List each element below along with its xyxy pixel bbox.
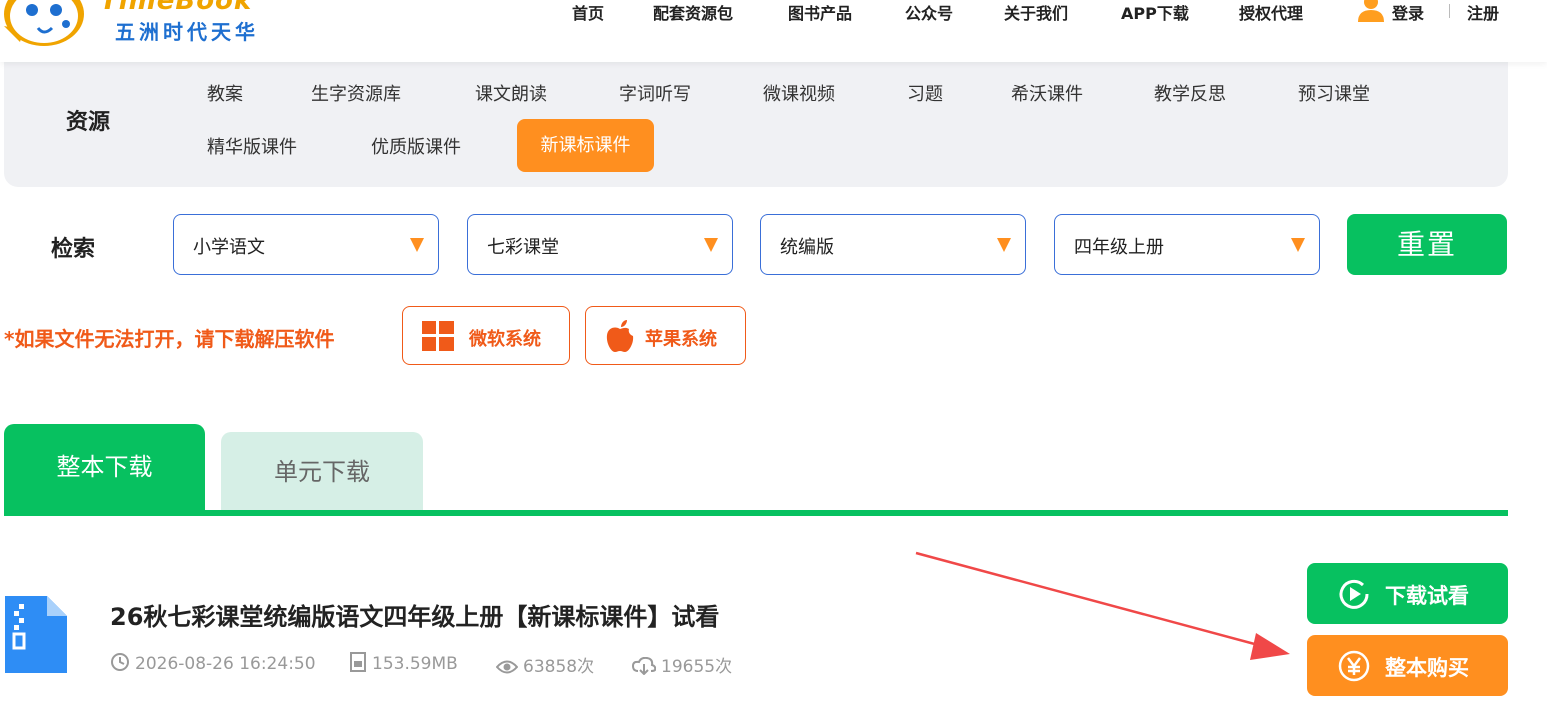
yuan-circle-icon — [1338, 650, 1370, 682]
resource-item-micro-video[interactable]: 微课视频 — [763, 80, 835, 106]
file-downloads: 19655次 — [631, 652, 733, 677]
buy-whole-book-button[interactable]: 整本购买 — [1307, 635, 1508, 696]
resource-item-new-standard-courseware[interactable]: 新课标课件 — [517, 119, 654, 172]
resource-item-lesson-plan[interactable]: 教案 — [207, 80, 243, 106]
dropdown-arrow-icon — [704, 238, 718, 252]
file-title[interactable]: 26秋七彩课堂统编版语文四年级上册【新课标课件】试看 — [110, 597, 719, 632]
resource-item-quality-courseware[interactable]: 优质版课件 — [371, 133, 461, 159]
resource-item-teaching-reflection[interactable]: 教学反思 — [1154, 80, 1226, 106]
tab-whole-download[interactable]: 整本下载 — [4, 424, 205, 512]
apple-button-label: 苹果系统 — [645, 329, 717, 350]
file-size: 153.59MB — [349, 652, 458, 674]
nav-about-us[interactable]: 关于我们 — [1004, 0, 1068, 23]
dropdown-arrow-icon — [997, 238, 1011, 252]
register-link[interactable]: 注册 — [1467, 0, 1499, 23]
resource-item-premium-courseware[interactable]: 精华版课件 — [207, 133, 297, 159]
buy-whole-book-label: 整本购买 — [1385, 656, 1469, 680]
reset-button[interactable]: 重置 — [1347, 214, 1507, 275]
edition-select[interactable]: 统编版 — [760, 214, 1026, 275]
file-date: 2026-08-26 16:24:50 — [110, 652, 316, 674]
logo-text-en[interactable]: TimeBook — [100, 0, 252, 16]
file-views-value: 63858次 — [523, 657, 595, 677]
subject-select-value: 小学语文 — [193, 237, 265, 258]
file-downloads-value: 19655次 — [661, 657, 733, 677]
nav-book-products[interactable]: 图书产品 — [788, 0, 852, 23]
unzip-notice: *如果文件无法打开，请下载解压软件 — [4, 327, 335, 351]
nav-app-download[interactable]: APP下载 — [1121, 0, 1189, 23]
series-select-value: 七彩课堂 — [487, 237, 559, 258]
cloud-download-icon — [631, 656, 657, 676]
nav-official-account[interactable]: 公众号 — [905, 0, 953, 23]
mascot-logo-icon[interactable] — [0, 0, 88, 52]
apple-icon — [606, 320, 634, 352]
zip-file-icon — [5, 596, 67, 673]
nav-divider — [1449, 4, 1450, 18]
series-select[interactable]: 七彩课堂 — [467, 214, 733, 275]
search-label: 检索 — [51, 237, 96, 262]
edition-select-value: 统编版 — [780, 237, 834, 258]
nav-authorized-agent[interactable]: 授权代理 — [1239, 0, 1303, 23]
windows-icon — [422, 321, 454, 351]
logo-text-cn[interactable]: 五洲时代天华 — [115, 16, 259, 45]
file-views: 63858次 — [495, 652, 595, 677]
nav-home[interactable]: 首页 — [572, 0, 604, 23]
file-size-value: 153.59MB — [372, 654, 458, 674]
dropdown-arrow-icon — [1291, 238, 1305, 252]
resource-item-exercises[interactable]: 习题 — [907, 80, 943, 106]
apple-download-button[interactable]: 苹果系统 — [585, 306, 746, 365]
login-link[interactable]: 登录 — [1392, 0, 1424, 23]
play-circle-icon — [1339, 579, 1369, 609]
download-trial-label: 下载试看 — [1385, 584, 1469, 608]
document-icon — [350, 652, 366, 672]
tab-unit-download[interactable]: 单元下载 — [221, 432, 423, 512]
windows-download-button[interactable]: 微软系统 — [402, 306, 570, 365]
windows-button-label: 微软系统 — [469, 329, 541, 350]
grade-select[interactable]: 四年级上册 — [1054, 214, 1320, 275]
resource-item-preview-class[interactable]: 预习课堂 — [1298, 80, 1370, 106]
subject-select[interactable]: 小学语文 — [173, 214, 439, 275]
resource-item-seewo-courseware[interactable]: 希沃课件 — [1011, 80, 1083, 106]
download-trial-button[interactable]: 下载试看 — [1307, 563, 1508, 624]
grade-select-value: 四年级上册 — [1074, 237, 1164, 258]
file-date-value: 2026-08-26 16:24:50 — [135, 654, 316, 674]
resource-item-character-library[interactable]: 生字资源库 — [311, 80, 401, 106]
dropdown-arrow-icon — [410, 238, 424, 252]
site-header: TimeBook 五洲时代天华 首页 配套资源包 图书产品 公众号 关于我们 A… — [0, 0, 1547, 62]
user-icon[interactable] — [1356, 0, 1386, 22]
nav-resource-packs[interactable]: 配套资源包 — [653, 0, 733, 23]
eye-icon — [495, 660, 519, 674]
resource-item-text-reading[interactable]: 课文朗读 — [475, 80, 547, 106]
resource-item-dictation[interactable]: 字词听写 — [619, 80, 691, 106]
resource-label: 资源 — [66, 110, 111, 135]
tab-underline — [4, 510, 1508, 516]
clock-icon — [111, 653, 129, 671]
page: TimeBook 五洲时代天华 首页 配套资源包 图书产品 公众号 关于我们 A… — [0, 0, 1547, 716]
